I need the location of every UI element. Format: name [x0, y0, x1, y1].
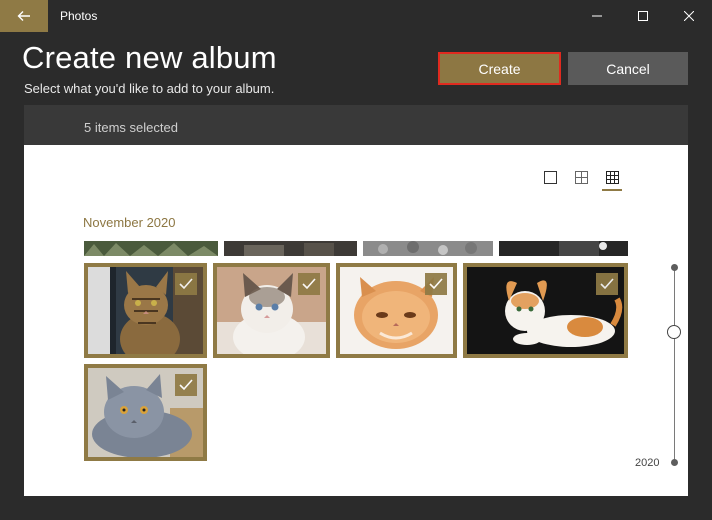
minimize-button[interactable]	[574, 0, 620, 32]
selection-count: 5 items selected	[84, 120, 178, 135]
small-grid-icon	[605, 170, 619, 184]
selected-check-icon[interactable]	[298, 273, 320, 295]
page-title: Create new album	[22, 40, 277, 75]
selected-check-icon[interactable]	[425, 273, 447, 295]
medium-grid-icon	[574, 170, 588, 184]
small-grid-button[interactable]	[604, 169, 620, 185]
selected-check-icon[interactable]	[175, 374, 197, 396]
title-bar: Photos	[0, 0, 712, 32]
timeline-track[interactable]	[674, 267, 675, 463]
create-button[interactable]: Create	[438, 52, 561, 85]
partial-photo-4[interactable]	[499, 241, 628, 256]
minimize-icon	[592, 15, 602, 17]
month-heading: November 2020	[83, 215, 176, 230]
selection-bar: 5 items selected	[24, 105, 688, 145]
app-title: Photos	[60, 9, 98, 23]
single-view-button[interactable]	[542, 169, 558, 185]
photo-picker-panel[interactable]: November 2020 2020	[24, 145, 688, 496]
photo-tile-persian-kitten[interactable]	[336, 263, 457, 358]
back-arrow-icon	[17, 11, 30, 21]
selected-check-icon[interactable]	[596, 273, 618, 295]
photo-tile-british-shorthair[interactable]	[84, 364, 207, 461]
active-view-indicator	[602, 189, 622, 191]
selected-check-icon[interactable]	[175, 273, 197, 295]
close-icon	[684, 11, 694, 21]
page-subtitle: Select what you'd like to add to your al…	[24, 81, 275, 96]
close-button[interactable]	[666, 0, 712, 32]
partial-photo-2[interactable]	[224, 241, 357, 256]
maximize-button[interactable]	[620, 0, 666, 32]
medium-grid-button[interactable]	[573, 169, 589, 185]
timeline-thumb[interactable]	[667, 325, 681, 339]
timeline-end-dot	[671, 459, 678, 466]
photo-tile-curl-cat[interactable]	[463, 263, 628, 358]
timeline-year-label: 2020	[635, 457, 660, 469]
timeline-start-dot	[671, 264, 678, 271]
cancel-button[interactable]: Cancel	[568, 52, 688, 85]
partial-photo-1[interactable]	[84, 241, 218, 256]
partial-photo-3[interactable]	[363, 241, 493, 256]
back-button[interactable]	[0, 0, 48, 32]
single-view-icon	[543, 170, 557, 184]
maximize-icon	[638, 11, 648, 21]
photo-tile-tabby-cat[interactable]	[84, 263, 207, 358]
photo-tile-ragdoll-kitten[interactable]	[213, 263, 330, 358]
